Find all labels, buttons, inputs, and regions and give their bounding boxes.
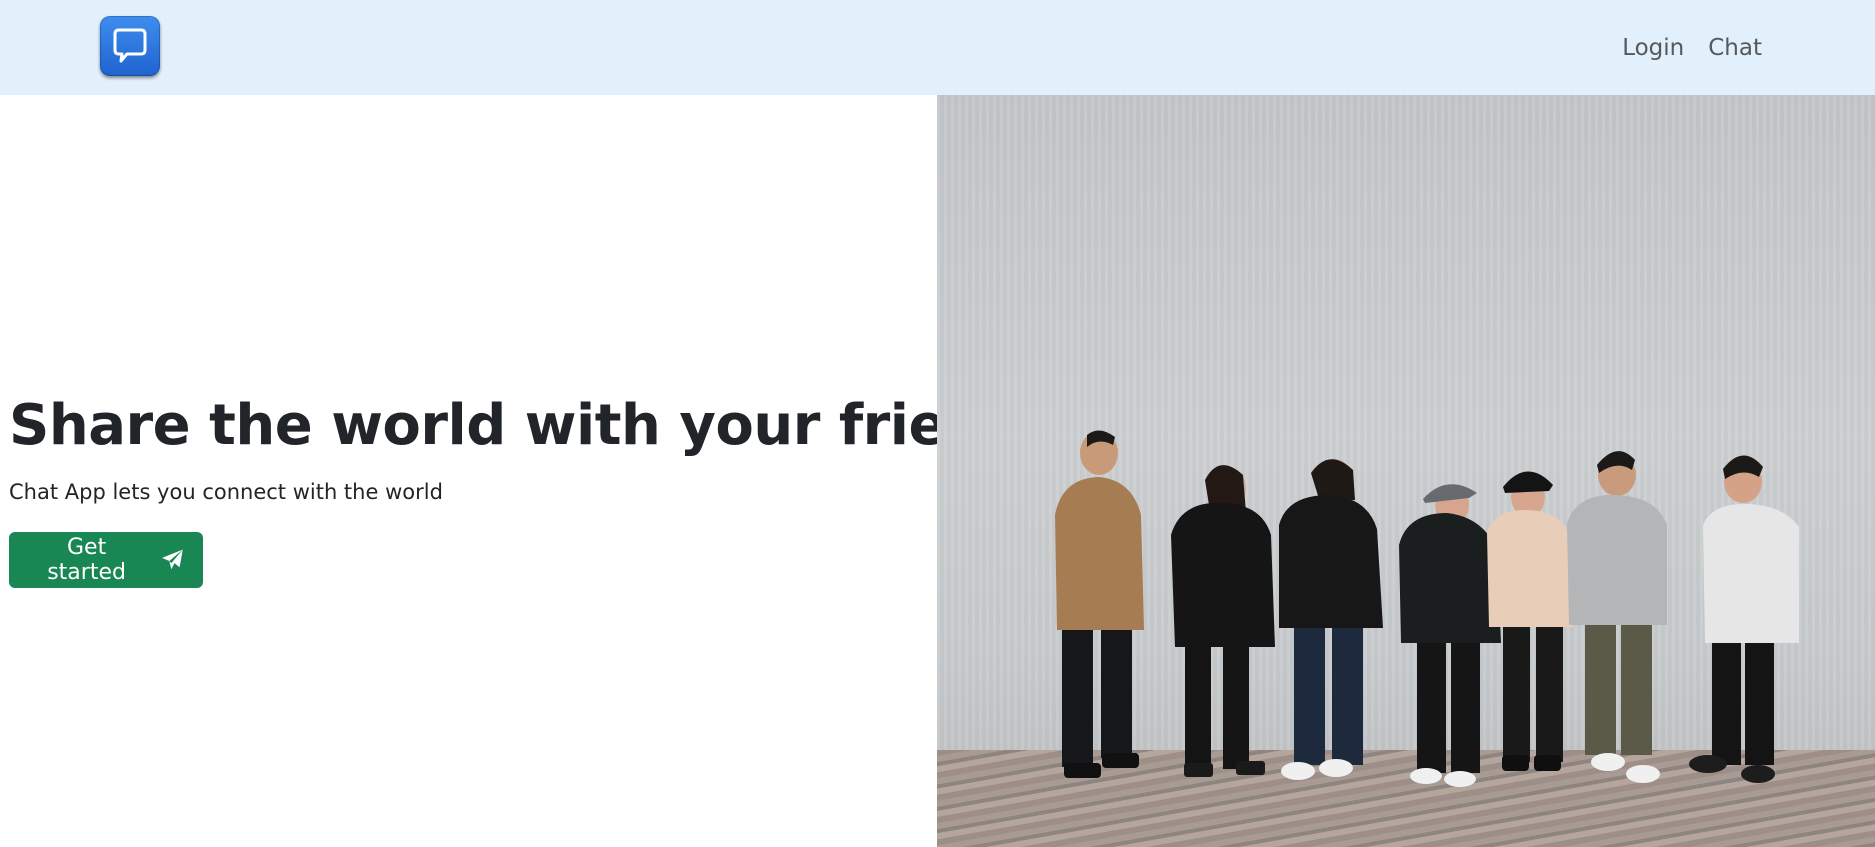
navbar: Login Chat xyxy=(0,0,1875,95)
paper-plane-icon xyxy=(162,549,183,570)
person-2 xyxy=(1171,465,1275,777)
chat-app-logo-icon[interactable] xyxy=(100,16,160,76)
hero-title: Share the world with your friends xyxy=(9,393,1058,458)
hero-subtitle: Chat App lets you connect with the world xyxy=(9,480,443,504)
person-5 xyxy=(1487,471,1573,771)
nav-login-link[interactable]: Login xyxy=(1622,30,1684,66)
chat-bubble-icon xyxy=(113,28,147,63)
person-3 xyxy=(1279,459,1383,780)
nav-links: Login Chat xyxy=(1622,30,1762,66)
get-started-label: Get started xyxy=(47,535,126,585)
hero-photo xyxy=(937,95,1875,847)
nav-chat-link[interactable]: Chat xyxy=(1708,30,1762,66)
hero-section xyxy=(0,95,937,847)
person-4 xyxy=(1399,484,1501,787)
person-1 xyxy=(1055,430,1144,778)
person-6 xyxy=(1567,451,1667,783)
get-started-button[interactable]: Get started xyxy=(9,532,203,588)
person-7 xyxy=(1689,455,1799,783)
group-of-friends-illustration xyxy=(1055,430,1799,787)
